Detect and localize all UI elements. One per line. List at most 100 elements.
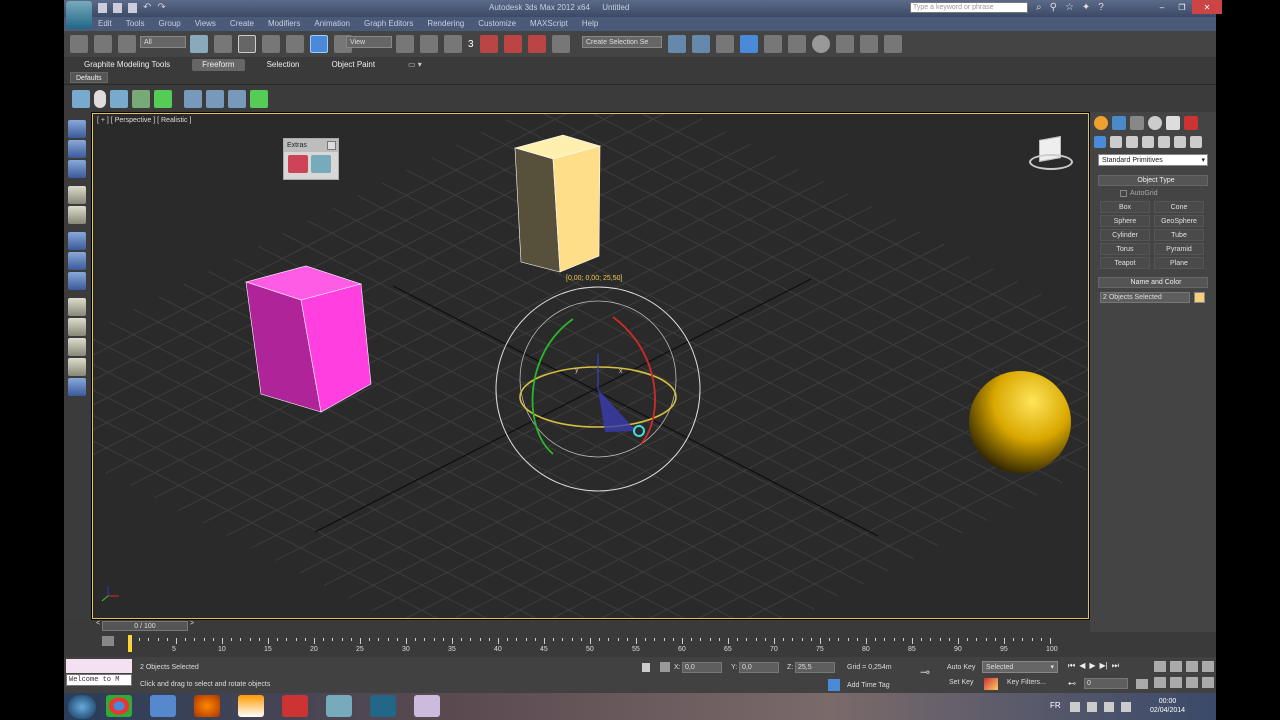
fov-icon[interactable]: [1154, 677, 1166, 688]
extras-array-icon[interactable]: [288, 155, 308, 173]
strip-tool-3-icon[interactable]: [68, 160, 86, 178]
keyboard-shortcut-icon[interactable]: [444, 35, 462, 53]
edit-named-selection-icon[interactable]: [551, 35, 570, 53]
next-frame-icon[interactable]: ▶|: [1100, 661, 1108, 671]
favorites-icon[interactable]: ✦: [1082, 2, 1090, 13]
new-file-icon[interactable]: [98, 3, 107, 13]
ribbon-tab-selection[interactable]: Selection: [257, 59, 310, 71]
primitive-plane-button[interactable]: Plane: [1154, 257, 1204, 269]
key-mode-dropdown[interactable]: Selected ▾: [982, 661, 1058, 673]
viewcube-ring[interactable]: [1029, 154, 1073, 170]
key-filters-button[interactable]: Key Filters...: [1007, 679, 1046, 686]
schematic-view-icon[interactable]: [788, 35, 806, 53]
primitive-pyramid-button[interactable]: Pyramid: [1154, 243, 1204, 255]
hierarchy-tab-icon[interactable]: [1130, 116, 1144, 130]
ribbon-tab-graphite-modeling-tools[interactable]: Graphite Modeling Tools: [74, 59, 180, 71]
angle-snap-icon[interactable]: [479, 35, 498, 53]
strip-tool-9-icon[interactable]: [68, 298, 86, 316]
systems-icon[interactable]: [1190, 136, 1202, 148]
ribbon-tool-6-icon[interactable]: [184, 90, 202, 108]
render-setup-icon[interactable]: [836, 35, 854, 53]
menu-item-group[interactable]: Group: [158, 19, 180, 28]
primitive-box-button[interactable]: Box: [1100, 201, 1150, 213]
maximize-button[interactable]: ❐: [1172, 0, 1192, 14]
perspective-viewport[interactable]: [ + ] [ Perspective ] [ Realistic ] y x …: [92, 113, 1089, 619]
strip-tool-10-icon[interactable]: [68, 318, 86, 336]
spacewarps-icon[interactable]: [1174, 136, 1186, 148]
search-input[interactable]: Type a keyword or phrase: [910, 2, 1028, 13]
zoom-icon[interactable]: [1154, 661, 1166, 672]
time-slider-next-icon[interactable]: >: [190, 620, 194, 627]
strip-tool-11-icon[interactable]: [68, 338, 86, 356]
motion-tab-icon[interactable]: [1148, 116, 1162, 130]
time-slider-prev-icon[interactable]: <: [96, 620, 100, 627]
window-crossing-icon[interactable]: [262, 35, 280, 53]
autogrid-checkbox[interactable]: [1120, 190, 1127, 197]
menu-item-animation[interactable]: Animation: [314, 19, 350, 28]
menu-item-modifiers[interactable]: Modifiers: [268, 19, 300, 28]
rect-selection-icon[interactable]: [238, 35, 256, 53]
menu-item-tools[interactable]: Tools: [126, 19, 145, 28]
primitive-geosphere-button[interactable]: GeoSphere: [1154, 215, 1204, 227]
bind-space-warp-icon[interactable]: [118, 35, 136, 53]
tray-action-center-icon[interactable]: [1070, 702, 1080, 712]
strip-tool-7-icon[interactable]: [68, 252, 86, 270]
tray-volume-icon[interactable]: [1104, 702, 1114, 712]
open-file-icon[interactable]: [113, 3, 122, 13]
snap-toggle-label[interactable]: 3: [468, 39, 474, 50]
render-production-icon[interactable]: [884, 35, 902, 53]
play-icon[interactable]: ▶: [1089, 661, 1095, 671]
media-icon[interactable]: [414, 695, 440, 717]
absolute-mode-icon[interactable]: [660, 662, 670, 672]
object-color-swatch[interactable]: [1194, 292, 1205, 303]
go-to-end-icon[interactable]: ⏭: [1112, 661, 1119, 671]
select-object-icon[interactable]: [190, 35, 208, 53]
time-config-icon[interactable]: [1136, 679, 1148, 689]
key-icon[interactable]: ⊸: [920, 665, 930, 679]
name-color-rollout[interactable]: Name and Color: [1098, 277, 1208, 288]
pivot-center-icon[interactable]: [396, 35, 414, 53]
extras-close-button[interactable]: [327, 141, 336, 150]
tray-power-icon[interactable]: [1121, 702, 1131, 712]
go-to-start-icon[interactable]: ⏮: [1068, 661, 1075, 671]
viewcube[interactable]: [1027, 136, 1075, 176]
time-slider-thumb[interactable]: 0 / 100: [102, 621, 188, 631]
mini-curve-icon[interactable]: [102, 636, 114, 646]
communication-star-icon[interactable]: ☆: [1065, 2, 1074, 13]
strip-tool-8-icon[interactable]: [68, 272, 86, 290]
menu-item-customize[interactable]: Customize: [478, 19, 516, 28]
help-icon[interactable]: ?: [1098, 2, 1104, 13]
redo-icon[interactable]: ↷: [157, 3, 165, 13]
strip-tool-12-icon[interactable]: [68, 358, 86, 376]
ribbon-tool-1-icon[interactable]: [72, 90, 90, 108]
primitive-cone-button[interactable]: Cone: [1154, 201, 1204, 213]
graphite-toggle-icon[interactable]: [740, 35, 758, 53]
strip-tool-13-icon[interactable]: [68, 378, 86, 396]
start-button[interactable]: [68, 695, 96, 719]
set-key-icon[interactable]: [984, 678, 998, 690]
named-selection-dropdown[interactable]: Create Selection Se: [582, 36, 662, 48]
maxscript-listener[interactable]: Welcome to M: [66, 674, 132, 686]
vlc-icon[interactable]: [238, 695, 264, 717]
category-dropdown[interactable]: Standard Primitives ▾: [1098, 154, 1208, 166]
3dsmax-task-icon[interactable]: [370, 695, 396, 717]
menu-item-rendering[interactable]: Rendering: [427, 19, 464, 28]
minimize-button[interactable]: –: [1152, 0, 1172, 14]
create-tab-icon[interactable]: [1094, 116, 1108, 130]
link-icon[interactable]: [70, 35, 88, 53]
extras-snapshot-icon[interactable]: [311, 155, 331, 173]
unlink-icon[interactable]: [94, 35, 112, 53]
add-time-tag[interactable]: Add Time Tag: [847, 682, 890, 689]
ribbon-tool-8-icon[interactable]: [228, 90, 246, 108]
chrome-icon[interactable]: [106, 695, 132, 717]
percent-snap-icon[interactable]: [503, 35, 522, 53]
close-button[interactable]: ✕: [1192, 0, 1222, 14]
y-coordinate-field[interactable]: 0,0: [739, 662, 779, 673]
pan-icon[interactable]: [1170, 677, 1182, 688]
ribbon-tool-3-icon[interactable]: [110, 90, 128, 108]
ribbon-tab-object-paint[interactable]: Object Paint: [322, 59, 386, 71]
orbit-icon[interactable]: [1186, 677, 1198, 688]
strip-tool-5-icon[interactable]: [68, 206, 86, 224]
undo-icon[interactable]: ↶: [143, 3, 151, 13]
mirror-icon[interactable]: [668, 35, 686, 53]
